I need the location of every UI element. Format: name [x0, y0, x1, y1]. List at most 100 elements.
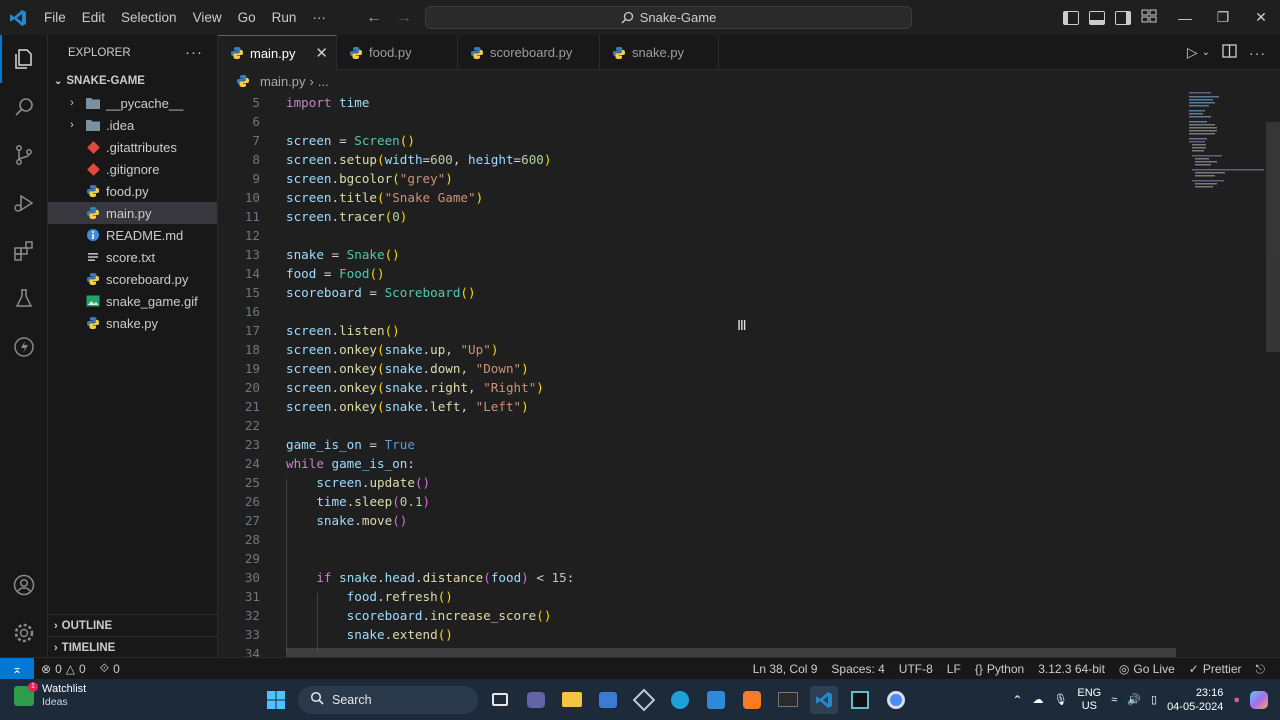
code-line[interactable]: 21 screen.onkey(snake.left, "Left") [218, 397, 1178, 416]
breadcrumb-file[interactable]: main.py [260, 74, 306, 89]
run-debug-icon[interactable] [0, 179, 48, 227]
weather-icon[interactable]: ☁ [1032, 693, 1043, 706]
language-mode[interactable]: {} Python [968, 662, 1031, 676]
code-line[interactable]: 20 screen.onkey(snake.right, "Right") [218, 378, 1178, 397]
tree-item-gitattributes[interactable]: .gitattributes [48, 136, 217, 158]
menu-more[interactable]: ··· [304, 0, 334, 35]
remote-indicator-icon[interactable]: ⌅ [0, 657, 34, 680]
code-line[interactable]: 17 screen.listen() [218, 321, 1178, 340]
menu-go[interactable]: Go [230, 0, 264, 35]
terminal-icon[interactable] [774, 686, 802, 714]
code-line[interactable]: 27 snake.move() [218, 511, 1178, 530]
code-line[interactable]: 29 [218, 549, 1178, 568]
end-of-line[interactable]: LF [940, 662, 968, 676]
menu-view[interactable]: View [185, 0, 230, 35]
workspace-folder[interactable]: ⌄ SNAKE-GAME [48, 70, 217, 92]
outline-section[interactable]: › OUTLINE [48, 614, 218, 636]
tab-main-py[interactable]: main.py ✕ [218, 35, 337, 70]
tree-item-gitignore[interactable]: .gitignore [48, 158, 217, 180]
code-line[interactable]: 33 snake.extend() [218, 625, 1178, 644]
explorer-icon[interactable] [0, 35, 48, 83]
code-line[interactable]: 23 game_is_on = True [218, 435, 1178, 454]
teams-icon[interactable] [522, 686, 550, 714]
toggle-secondary-sidebar-icon[interactable] [1115, 10, 1131, 25]
edge-icon[interactable] [666, 686, 694, 714]
ide-icon[interactable] [846, 686, 874, 714]
breadcrumb-rest[interactable]: ... [318, 74, 329, 89]
timeline-section[interactable]: › TIMELINE [48, 636, 218, 658]
code-line[interactable]: 12 [218, 226, 1178, 245]
back-arrow-icon[interactable]: ← [366, 9, 382, 27]
minimap[interactable] [1186, 92, 1266, 657]
chrome-icon[interactable] [882, 686, 910, 714]
tab-snake-py[interactable]: snake.py [600, 35, 719, 70]
vscode-taskbar-icon[interactable] [810, 685, 838, 714]
account-icon[interactable] [0, 561, 48, 609]
menu-file[interactable]: File [36, 0, 74, 35]
code-line[interactable]: 28 [218, 530, 1178, 549]
python-interpreter[interactable]: 3.12.3 64-bit [1031, 662, 1112, 676]
editor-more-icon[interactable]: ··· [1249, 45, 1266, 61]
notification-icon[interactable]: ● [1233, 694, 1240, 706]
clock[interactable]: 23:16 04-05-2024 [1167, 686, 1223, 714]
code-line[interactable]: 16 [218, 302, 1178, 321]
extensions-icon[interactable] [0, 227, 48, 275]
code-line[interactable]: 31 food.refresh() [218, 587, 1178, 606]
code-line[interactable]: 19 screen.onkey(snake.down, "Down") [218, 359, 1178, 378]
code-line[interactable]: 18 screen.onkey(snake.up, "Up") [218, 340, 1178, 359]
vertical-scrollbar[interactable] [1266, 122, 1280, 352]
draw-app-icon[interactable] [702, 686, 730, 714]
store-icon[interactable] [594, 686, 622, 714]
code-line[interactable]: 25 screen.update() [218, 473, 1178, 492]
code-line[interactable]: 14 food = Food() [218, 264, 1178, 283]
indentation[interactable]: Spaces: 4 [824, 662, 891, 676]
task-view-icon[interactable] [486, 686, 514, 714]
tree-item-pycache[interactable]: › __pycache__ [48, 92, 217, 114]
windows-start-icon[interactable] [262, 686, 290, 714]
toggle-panel-icon[interactable] [1089, 10, 1105, 25]
code-line[interactable]: 30 if snake.head.distance(food) < 15: [218, 568, 1178, 587]
volume-icon[interactable]: 🔊 [1127, 693, 1141, 706]
command-center[interactable]: Snake-Game [425, 6, 912, 29]
restore-icon[interactable]: ❐ [1204, 0, 1242, 35]
code-editor[interactable]: 5 import time 6 7 screen = Screen() 8 screen.s… [218, 92, 1280, 657]
source-control-icon[interactable] [0, 131, 48, 179]
menu-selection[interactable]: Selection [113, 0, 185, 35]
tab-food-py[interactable]: food.py [337, 35, 458, 70]
run-python-file-icon[interactable]: ▷ [1187, 44, 1198, 61]
testing-icon[interactable] [0, 275, 48, 323]
file-explorer-icon[interactable] [558, 686, 586, 714]
lightning-icon[interactable] [0, 323, 48, 371]
code-line[interactable]: 24 while game_is_on: [218, 454, 1178, 473]
battery-icon[interactable]: ▯ [1151, 693, 1157, 706]
code-line[interactable]: 7 screen = Screen() [218, 131, 1178, 150]
app-icon[interactable] [630, 686, 658, 714]
notifications-bell-icon[interactable]: ⎋ [1249, 662, 1273, 677]
code-line[interactable]: 11 screen.tracer(0) [218, 207, 1178, 226]
explorer-more-icon[interactable]: ··· [185, 44, 203, 61]
language-indicator[interactable]: ENG US [1077, 687, 1101, 713]
settings-gear-icon[interactable] [0, 609, 48, 657]
cursor-position[interactable]: Ln 38, Col 9 [746, 662, 825, 676]
forward-arrow-icon[interactable]: → [396, 9, 412, 27]
minimize-icon[interactable]: — [1166, 0, 1204, 35]
tree-item-snake-py[interactable]: snake.py [48, 312, 217, 334]
close-window-icon[interactable]: ✕ [1242, 0, 1280, 35]
widgets-button[interactable]: 1 Watchlist Ideas [14, 682, 86, 709]
code-line[interactable]: 5 import time [218, 93, 1178, 112]
wifi-icon[interactable]: ≈ [1111, 694, 1117, 706]
go-live[interactable]: ◎ Go Live [1112, 662, 1182, 676]
tree-item-score-txt[interactable]: score.txt [48, 246, 217, 268]
chevron-up-icon[interactable]: ⌃ [1012, 693, 1022, 707]
encoding[interactable]: UTF-8 [892, 662, 940, 676]
close-icon[interactable]: ✕ [315, 44, 328, 62]
code-line[interactable]: 8 screen.setup(width=600, height=600) [218, 150, 1178, 169]
split-editor-icon[interactable] [1222, 44, 1237, 61]
tree-item-idea[interactable]: › .idea [48, 114, 217, 136]
prettier[interactable]: ✓ Prettier [1182, 662, 1249, 676]
taskbar-search[interactable]: Search [298, 685, 478, 714]
tab-scoreboard-py[interactable]: scoreboard.py [458, 35, 600, 70]
ports-indicator[interactable]: ⟐ 0 [93, 661, 127, 676]
xampp-icon[interactable] [738, 686, 766, 714]
code-line[interactable]: 13 snake = Snake() [218, 245, 1178, 264]
